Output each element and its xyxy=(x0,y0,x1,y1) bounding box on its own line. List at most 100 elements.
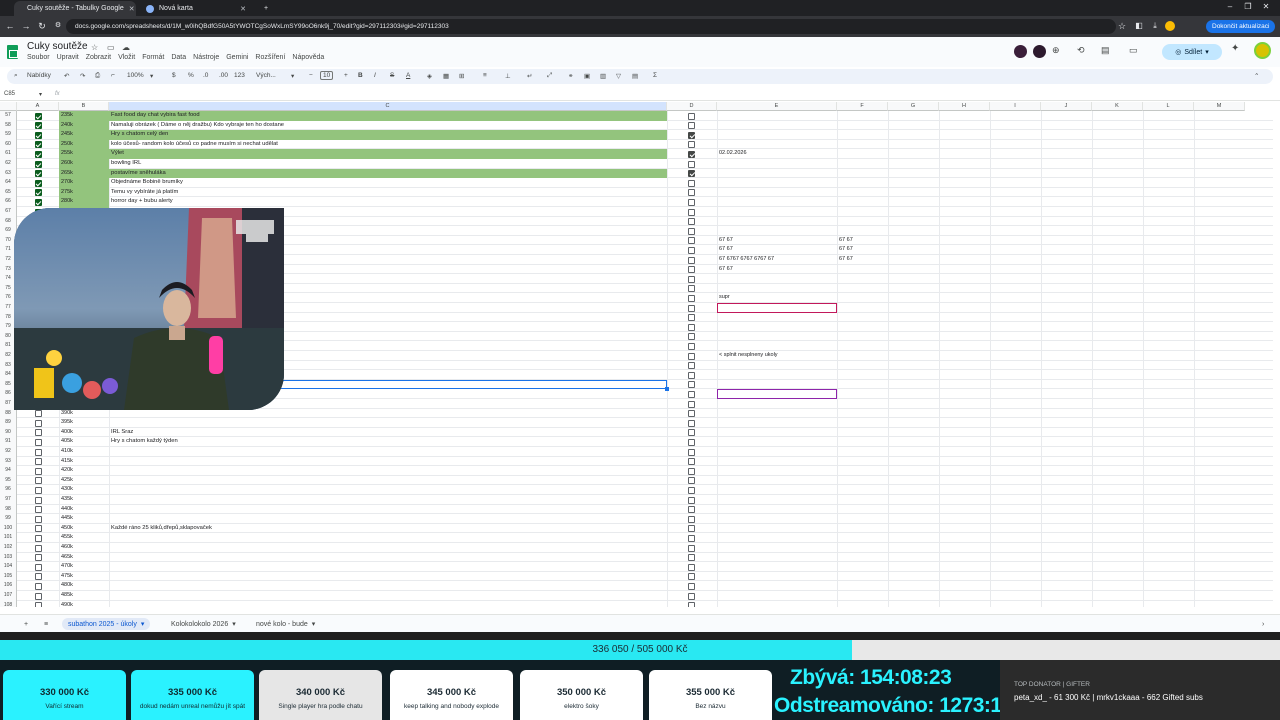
font-select[interactable]: Vých... xyxy=(256,72,276,79)
tab-nove-kolo[interactable]: nové kolo - bude ▾ xyxy=(250,618,321,630)
row-number[interactable]: 88 xyxy=(0,408,17,419)
checkbox-d[interactable] xyxy=(688,218,695,226)
checkbox-d[interactable] xyxy=(688,131,695,139)
row-number[interactable]: 62 xyxy=(0,159,17,169)
chart-icon[interactable]: ▥ xyxy=(600,72,606,80)
cell-note[interactable]: 67 67 xyxy=(717,265,837,275)
checkbox-a[interactable] xyxy=(35,198,42,206)
cell-amount[interactable]: 395k xyxy=(59,418,109,428)
checkbox-d[interactable] xyxy=(688,285,695,293)
column-header-k[interactable]: K xyxy=(1092,102,1143,111)
cell-task[interactable] xyxy=(109,533,667,543)
highlighted-cell[interactable] xyxy=(717,303,837,313)
downloads-icon[interactable]: ⤓ xyxy=(1149,21,1161,31)
cell-task[interactable] xyxy=(109,476,667,486)
functions-icon[interactable]: Σ xyxy=(653,72,657,79)
cell-note[interactable]: supr xyxy=(717,293,837,303)
cell-amount[interactable]: 405k xyxy=(59,437,109,447)
menu-rozsireni[interactable]: Rozšíření xyxy=(255,54,285,61)
checkbox-a[interactable] xyxy=(35,486,42,494)
cell-task[interactable]: Výlet xyxy=(109,149,667,159)
row-number[interactable]: 92 xyxy=(0,447,17,457)
cell-task[interactable]: Temu vy vybíráte já platím xyxy=(109,188,667,198)
cell-task[interactable] xyxy=(109,495,667,505)
share-button[interactable]: ◎ Sdílet ▾ xyxy=(1162,44,1222,60)
menu-napoveda[interactable]: Nápověda xyxy=(292,54,324,61)
currency-button[interactable]: $ xyxy=(172,72,176,79)
checkbox-a[interactable] xyxy=(35,458,42,466)
checkbox-d[interactable] xyxy=(688,554,695,562)
checkbox-d[interactable] xyxy=(688,170,695,178)
cell-task[interactable]: kolo účesů- random kolo účesů co padne m… xyxy=(109,140,667,150)
row-number[interactable]: 104 xyxy=(0,562,17,572)
print-icon[interactable]: ⎙ xyxy=(95,72,100,80)
cell-amount[interactable]: 275k xyxy=(59,187,109,198)
row-number[interactable]: 65 xyxy=(0,187,17,198)
row-number[interactable]: 108 xyxy=(0,600,17,607)
checkbox-a[interactable] xyxy=(35,554,42,562)
fill-color-icon[interactable]: ◈ xyxy=(427,72,432,80)
cell-task[interactable] xyxy=(109,581,667,591)
increase-decimal-button[interactable]: .00 xyxy=(219,72,228,79)
checkbox-d[interactable] xyxy=(688,294,695,302)
column-header-h[interactable]: H xyxy=(939,102,990,111)
sheets-logo-icon[interactable] xyxy=(7,45,18,59)
new-tab-button[interactable]: + xyxy=(256,1,276,16)
row-number[interactable]: 90 xyxy=(0,427,17,438)
cell-task[interactable] xyxy=(109,409,667,419)
site-info-icon[interactable]: ⚙ xyxy=(52,21,64,29)
row-number[interactable]: 106 xyxy=(0,581,17,591)
cell-task[interactable] xyxy=(109,572,667,582)
checkbox-d[interactable] xyxy=(688,419,695,427)
checkbox-d[interactable] xyxy=(688,362,695,370)
filter-icon[interactable]: ▽ xyxy=(616,72,621,80)
text-rotate-icon[interactable]: ⤢ xyxy=(547,72,552,80)
row-number[interactable]: 63 xyxy=(0,168,17,179)
cell-task[interactable]: Každé ráno 25 kliků,dřepů,sklapovaček xyxy=(109,524,667,534)
checkbox-a[interactable] xyxy=(35,525,42,533)
merge-cells-icon[interactable]: ⊞ xyxy=(459,72,464,80)
profile-icon[interactable] xyxy=(1165,21,1175,31)
cell-task[interactable] xyxy=(109,553,667,563)
cell-task[interactable]: postavíme sněhuláka xyxy=(109,168,667,179)
checkbox-a[interactable] xyxy=(35,515,42,523)
checkbox-a[interactable] xyxy=(35,410,42,418)
checkbox-a[interactable] xyxy=(35,150,42,158)
more-collaborators-icon[interactable]: ⊕ xyxy=(1052,45,1060,56)
checkbox-a[interactable] xyxy=(35,170,42,178)
cell-task[interactable] xyxy=(109,418,667,428)
cell-note-f[interactable]: 67 67 xyxy=(837,236,888,246)
column-header-l[interactable]: L xyxy=(1143,102,1194,111)
cell-task[interactable]: horror day + bubu alerty xyxy=(109,197,667,207)
checkbox-a[interactable] xyxy=(35,122,42,130)
align-left-icon[interactable]: ≡ xyxy=(483,72,487,79)
column-header-i[interactable]: I xyxy=(990,102,1041,111)
select-all-corner[interactable] xyxy=(0,102,17,111)
row-number[interactable]: 61 xyxy=(0,149,17,159)
checkbox-a[interactable] xyxy=(35,563,42,571)
chevron-down-icon[interactable]: ▾ xyxy=(291,72,294,80)
bookmark-star-icon[interactable]: ☆ xyxy=(1116,21,1128,32)
link-icon[interactable]: ⚭ xyxy=(568,72,573,80)
checkbox-d[interactable] xyxy=(688,141,695,149)
checkbox-d[interactable] xyxy=(688,246,695,254)
row-number[interactable]: 58 xyxy=(0,120,17,131)
strikethrough-button[interactable]: S xyxy=(390,72,394,79)
checkbox-a[interactable] xyxy=(35,429,42,437)
cell-note-f[interactable]: 67 67 xyxy=(837,255,888,265)
undo-icon[interactable]: ↶ xyxy=(64,72,69,80)
row-number[interactable]: 59 xyxy=(0,130,17,140)
maximize-icon[interactable]: ❐ xyxy=(1240,2,1256,11)
font-size-increase-icon[interactable]: + xyxy=(344,72,348,79)
cell-amount[interactable]: 435k xyxy=(59,495,109,505)
column-header-e[interactable]: E xyxy=(717,102,837,111)
redo-icon[interactable]: ↷ xyxy=(80,72,85,80)
browser-tab-sheets[interactable]: Cuky soutěže - Tabulky Google ✕ xyxy=(14,1,136,16)
cell-task[interactable] xyxy=(109,543,667,553)
cell-task[interactable]: Fast food day chat vybira fast food xyxy=(109,111,667,121)
close-window-icon[interactable]: ✕ xyxy=(1258,2,1274,11)
checkbox-d[interactable] xyxy=(688,266,695,274)
bold-button[interactable]: B xyxy=(358,72,363,79)
checkbox-a[interactable] xyxy=(35,438,42,446)
borders-icon[interactable]: ▦ xyxy=(443,72,449,80)
